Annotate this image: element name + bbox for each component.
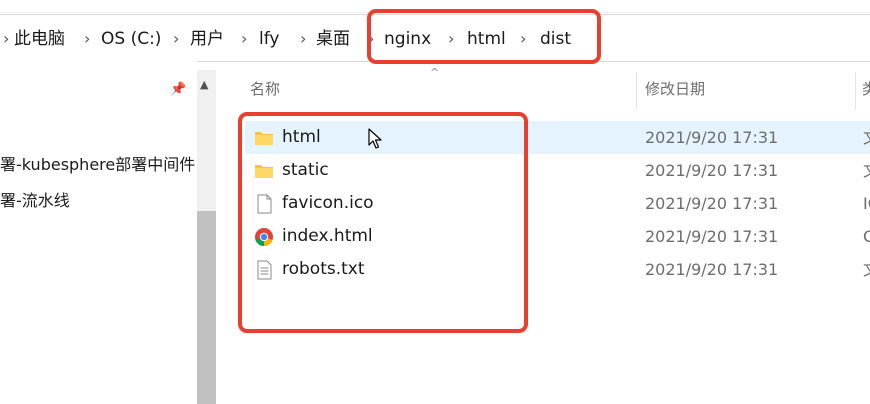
breadcrumb-desktop[interactable]: 桌面 (316, 29, 350, 49)
breadcrumb-separator: › (84, 29, 91, 48)
file-type: 文 (863, 260, 870, 280)
column-header-name[interactable]: 名称 (250, 79, 280, 99)
file-modified-date: 2021/9/20 17:31 (645, 260, 779, 279)
breadcrumb-lfy[interactable]: lfy (259, 29, 279, 49)
breadcrumb-this-pc[interactable]: 此电脑 (14, 29, 65, 49)
column-divider[interactable] (855, 72, 856, 110)
navigation-pane (0, 61, 197, 404)
breadcrumb-users[interactable]: 用户 (190, 29, 224, 49)
file-type: 文 (863, 128, 870, 148)
nav-item-kubesphere[interactable]: 署-kubesphere部署中间件 (0, 154, 195, 176)
nav-item-pipeline[interactable]: 署-流水线 (0, 190, 195, 212)
file-modified-date: 2021/9/20 17:31 (645, 194, 779, 213)
nav-scrollbar-thumb[interactable] (197, 211, 216, 404)
breadcrumb-separator: › (173, 29, 180, 48)
scroll-up-icon[interactable]: ▲ (200, 78, 208, 91)
column-header-type[interactable]: 类 (862, 79, 870, 99)
mouse-cursor-icon (368, 128, 384, 154)
file-modified-date: 2021/9/20 17:31 (645, 161, 779, 180)
breadcrumb-separator: › (3, 29, 10, 48)
breadcrumb-os-c[interactable]: OS (C:) (101, 29, 161, 49)
file-type: 文 (863, 161, 870, 181)
breadcrumb-separator: › (300, 29, 307, 48)
breadcrumb-separator: › (241, 29, 248, 48)
file-modified-date: 2021/9/20 17:31 (645, 227, 779, 246)
column-header-modified[interactable]: 修改日期 (645, 79, 705, 99)
pin-icon[interactable]: 📌 (170, 82, 186, 97)
file-type: IC (863, 194, 870, 213)
file-type: C (863, 227, 870, 246)
file-modified-date: 2021/9/20 17:31 (645, 128, 779, 147)
sort-ascending-icon: ^ (430, 66, 440, 79)
column-divider[interactable] (636, 72, 637, 110)
annotation-box-path (367, 9, 601, 64)
